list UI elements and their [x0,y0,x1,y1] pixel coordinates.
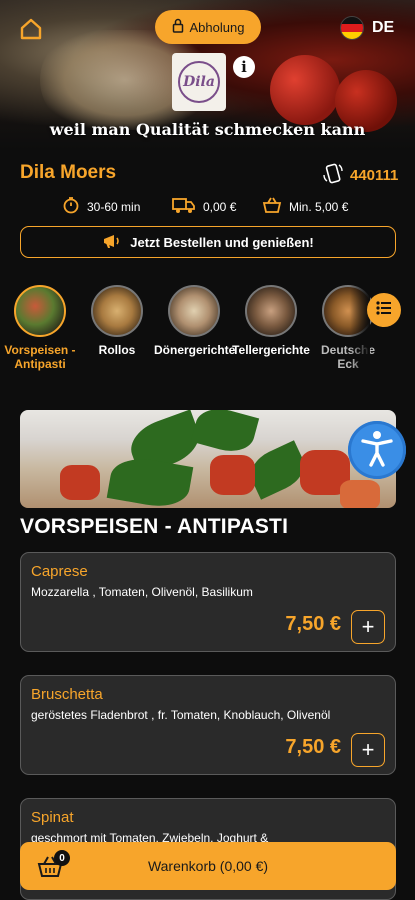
category-vorspeisen[interactable]: Vorspeisen - Antipasti [0,285,80,371]
product-card[interactable]: Bruschetta geröstetes Fladenbrot , fr. T… [20,675,396,775]
category-doenergerichte[interactable]: Dönergerichte [154,285,236,357]
delivery-truck-icon [172,196,196,217]
logo-emblem: Dila [178,61,220,103]
minimum-order-value: Min. 5,00 € [289,199,349,214]
list-icon [376,300,392,320]
plus-icon: + [361,737,375,762]
plus-icon: + [361,614,375,639]
phone-link[interactable]: 440111 [322,162,398,188]
delivery-time-value: 30-60 min [87,199,141,214]
home-icon[interactable] [18,16,44,42]
category-label: Tellergerichte [232,343,310,357]
delivery-fee-value: 0,00 € [203,199,237,214]
info-icon[interactable]: i [233,56,255,78]
minimum-order: Min. 5,00 € [262,196,348,217]
cart-label: Warenkorb (0,00 €) [147,858,269,874]
add-to-cart-button[interactable]: + [351,610,385,644]
restaurant-logo: Dila [172,53,226,111]
lock-icon [172,18,184,36]
hero-tomato [270,55,340,125]
restaurant-name: Dila Moers [20,162,117,183]
product-price: 7,50 € [285,736,341,758]
delivery-fee: 0,00 € [172,196,236,217]
phone-icon [322,162,344,188]
german-flag-icon [340,16,364,40]
category-image [14,285,66,337]
cart-count-badge: 0 [54,850,70,866]
megaphone-icon [102,232,122,253]
basket-icon [262,196,282,217]
product-name: Spinat [31,809,74,826]
category-rollos[interactable]: Rollos [77,285,157,357]
cart-button[interactable]: 0 Warenkorb (0,00 €) [20,842,396,890]
product-description: Mozzarella , Tomaten, Olivenöl, Basiliku… [31,585,253,599]
slogan: weil man Qualität schmecken kann [49,120,366,139]
category-image [168,285,220,337]
category-header-image [20,410,396,508]
accessibility-icon [360,429,394,472]
pickup-mode-button[interactable]: Abholung [155,10,261,44]
category-scroll-fade [350,285,370,385]
section-title: VORSPEISEN - ANTIPASTI [20,515,289,538]
language-code: DE [372,19,395,36]
category-label: Rollos [98,343,136,357]
language-selector[interactable]: DE [340,16,394,40]
pickup-mode-label: Abholung [189,19,245,35]
category-tellergerichte[interactable]: Tellergerichte [231,285,311,357]
order-now-banner[interactable]: Jetzt Bestellen und genießen! [20,226,396,258]
accessibility-button[interactable] [348,421,406,479]
delivery-time: 30-60 min [62,196,140,217]
category-label: Dönergerichte [154,343,236,357]
product-card[interactable]: Caprese Mozzarella , Tomaten, Olivenöl, … [20,552,396,652]
category-list-button[interactable] [367,293,401,327]
phone-number: 440111 [350,166,399,184]
category-label: Vorspeisen - Antipasti [4,343,76,371]
product-price: 7,50 € [285,613,341,635]
product-name: Caprese [31,563,88,580]
add-to-cart-button[interactable]: + [351,733,385,767]
category-image [91,285,143,337]
product-description: geröstetes Fladenbrot , fr. Tomaten, Kno… [31,708,331,722]
category-image [245,285,297,337]
stopwatch-icon [62,196,80,217]
product-name: Bruschetta [31,686,103,703]
order-now-label: Jetzt Bestellen und genießen! [130,234,314,250]
